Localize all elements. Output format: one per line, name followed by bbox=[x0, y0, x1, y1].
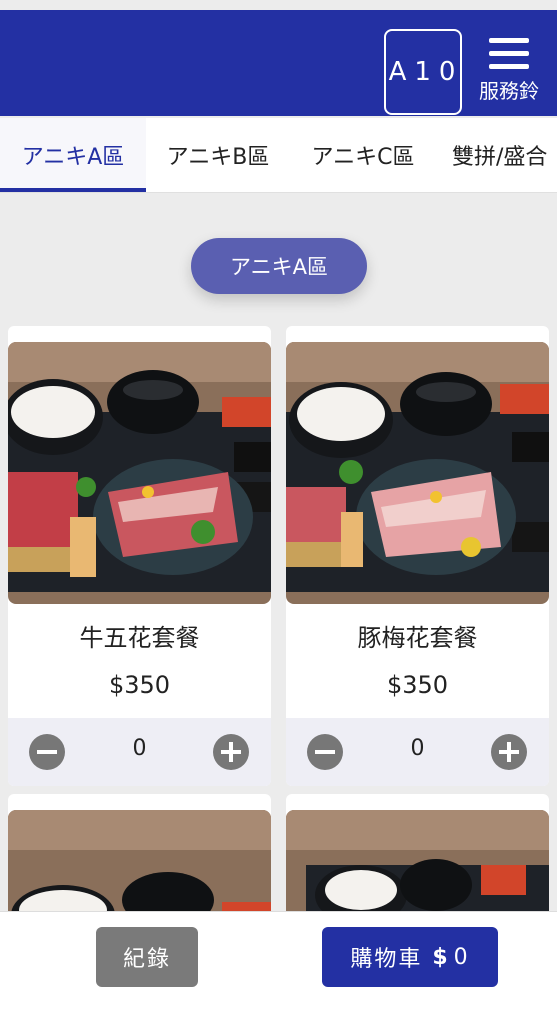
cart-button[interactable]: 購物車 $ 0 bbox=[322, 927, 498, 987]
tab-combo[interactable]: 雙拼/盛合 bbox=[436, 118, 557, 192]
menu-icon bbox=[489, 38, 529, 69]
beef-set-photo bbox=[8, 342, 271, 604]
quantity-value: 0 bbox=[410, 736, 425, 761]
app-header: A10 服務鈴 bbox=[0, 10, 557, 116]
tab-anikiB[interactable]: アニキB區 bbox=[146, 118, 290, 192]
product-name: 牛五花套餐 bbox=[79, 624, 200, 652]
section-title: アニキA區 bbox=[191, 238, 367, 294]
plus-icon[interactable] bbox=[491, 734, 527, 770]
product-card[interactable] bbox=[286, 794, 549, 924]
product-card[interactable] bbox=[8, 794, 271, 924]
category-tabs: アニキA區 アニキB區 アニキC區 雙拼/盛合 bbox=[0, 118, 557, 193]
quantity-stepper: 0 bbox=[8, 718, 271, 786]
set-photo bbox=[8, 810, 271, 924]
bottom-bar: 紀錄 購物車 $ 0 bbox=[0, 911, 557, 1025]
product-price: $350 bbox=[386, 671, 449, 699]
service-bell-button[interactable]: 服務鈴 bbox=[472, 32, 546, 116]
table-number-badge: A10 bbox=[384, 29, 462, 115]
currency-symbol: $ bbox=[432, 944, 450, 970]
quantity-value: 0 bbox=[132, 736, 147, 761]
pork-set-photo bbox=[286, 342, 549, 604]
cart-total: 0 bbox=[453, 944, 470, 970]
plus-icon[interactable] bbox=[213, 734, 249, 770]
cart-label: 購物車 bbox=[350, 947, 423, 972]
quantity-stepper: 0 bbox=[286, 718, 549, 786]
tab-anikiA[interactable]: アニキA區 bbox=[0, 118, 146, 192]
product-card[interactable]: 豚梅花套餐 $350 0 bbox=[286, 326, 549, 786]
product-name: 豚梅花套餐 bbox=[357, 624, 478, 652]
history-button[interactable]: 紀錄 bbox=[96, 927, 198, 987]
product-card[interactable]: 牛五花套餐 $350 0 bbox=[8, 326, 271, 786]
minus-icon[interactable] bbox=[29, 734, 65, 770]
product-price: $350 bbox=[108, 671, 171, 699]
minus-icon[interactable] bbox=[307, 734, 343, 770]
service-bell-label: 服務鈴 bbox=[479, 79, 539, 103]
tab-anikiC[interactable]: アニキC區 bbox=[290, 118, 436, 192]
set-photo bbox=[286, 810, 549, 924]
